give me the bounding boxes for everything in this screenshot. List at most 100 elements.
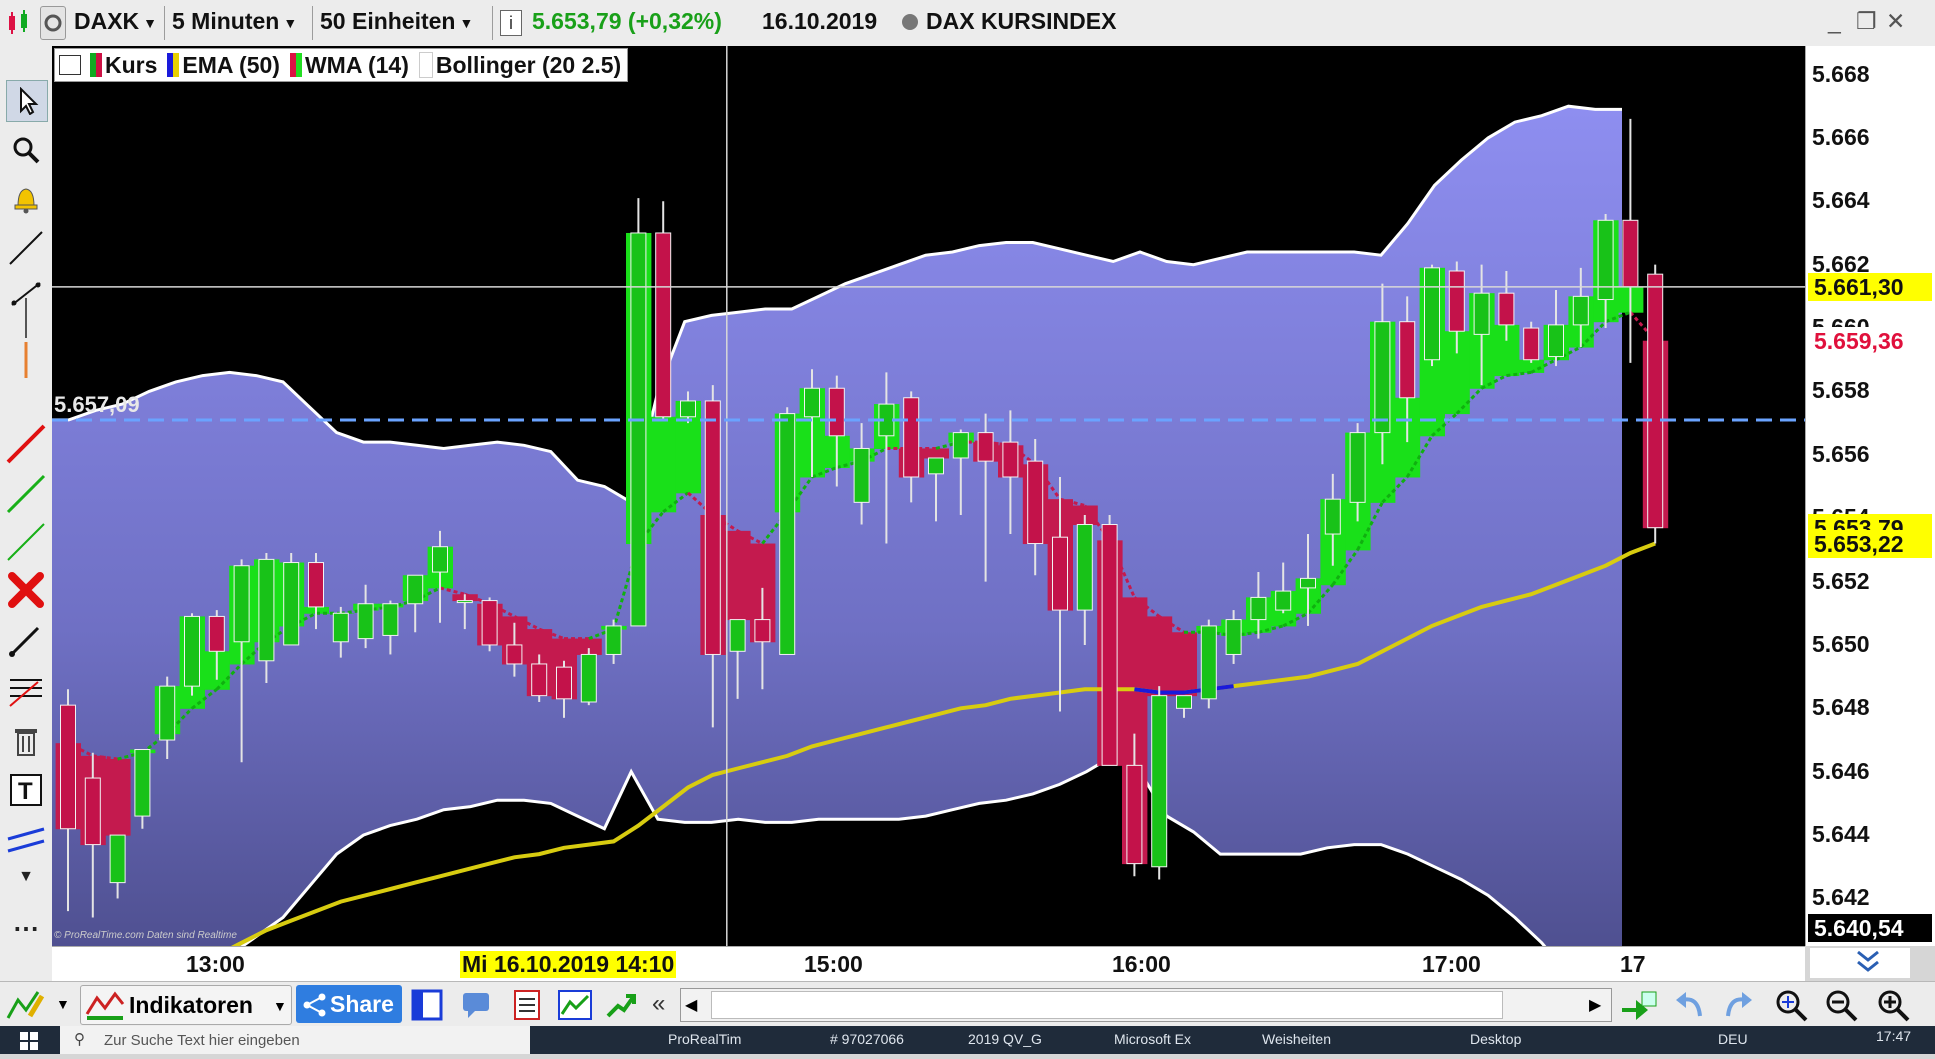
red-line-icon[interactable] [6, 424, 46, 464]
horizontal-scrollbar[interactable]: ◀ ▶ [680, 988, 1612, 1022]
candle-body [185, 616, 200, 686]
redo-icon[interactable] [1722, 988, 1756, 1022]
window-layout-icon[interactable] [59, 55, 81, 75]
candle-body [1226, 620, 1241, 655]
candle-body [1276, 591, 1291, 610]
legend-wma[interactable]: WMA (14) [305, 52, 409, 79]
alert-bell-icon[interactable] [6, 178, 46, 218]
candle-body [433, 547, 448, 572]
more-icon[interactable]: ⋯ [6, 908, 46, 948]
candle-body [606, 626, 621, 655]
task-item[interactable]: # 97027066 [830, 1031, 904, 1047]
candle-body [929, 458, 944, 474]
reset-zoom-icon[interactable] [1618, 988, 1660, 1022]
scrollbar-thumb[interactable] [711, 991, 1503, 1019]
quote-change: 5.653,79 (+0,32%) [532, 8, 722, 35]
x-tick-label: 15:00 [804, 951, 863, 978]
task-desktop[interactable]: Desktop [1470, 1031, 1521, 1047]
units-dropdown[interactable]: 50 Einheiten▼ [320, 8, 473, 35]
list-icon[interactable] [510, 988, 544, 1022]
candle-body [656, 233, 671, 417]
task-excel[interactable]: Microsoft Ex [1114, 1031, 1191, 1047]
fibonacci-icon[interactable] [6, 670, 46, 710]
text-icon[interactable]: T [6, 770, 46, 810]
candle-body [1375, 322, 1390, 433]
candle-body [705, 401, 720, 655]
ema-price-badge: 5.653,22 [1808, 530, 1932, 558]
window-icon[interactable] [410, 988, 444, 1022]
candle-body [1623, 220, 1638, 287]
indicators-button[interactable]: Indikatoren ▼ [80, 985, 292, 1025]
order-icon[interactable] [604, 988, 638, 1022]
candle-body [1598, 220, 1613, 299]
wma-fill-bar [924, 448, 949, 458]
delete-icon[interactable] [6, 570, 46, 610]
candle-body [61, 705, 76, 829]
undo-icon[interactable] [1672, 988, 1706, 1022]
task-item[interactable]: Weisheiten [1262, 1031, 1331, 1047]
candle-body [110, 835, 125, 883]
legend-kurs[interactable]: Kurs [105, 52, 157, 79]
zoom-in-icon[interactable] [1872, 986, 1912, 1024]
drawing-toolbar: T ▼ ⋯ [0, 46, 53, 981]
svg-text:T: T [18, 778, 33, 805]
candle-body [953, 433, 968, 458]
scroll-left-icon[interactable]: ◀ [685, 995, 697, 1015]
pointer-icon[interactable] [6, 80, 48, 122]
scroll-down-icon[interactable]: ▼ [6, 864, 46, 890]
y-tick-label: 5.648 [1812, 694, 1870, 721]
scroll-right-icon[interactable]: ▶ [1589, 995, 1601, 1015]
green-line-icon[interactable] [6, 474, 46, 514]
vertical-line-icon[interactable] [6, 318, 46, 358]
chart-window-icon[interactable] [556, 988, 594, 1022]
green-line2-icon[interactable] [6, 522, 46, 562]
language-indicator: DEU [1718, 1031, 1748, 1047]
channel-icon[interactable] [6, 820, 46, 860]
chart-bottom-price-badge: 5.640,54 [1808, 914, 1932, 942]
timeframe-label: 5 Minuten [172, 8, 279, 34]
wma-fill-bar [1172, 632, 1197, 696]
candlestick-icon[interactable] [6, 8, 32, 36]
axis-corner [1810, 948, 1910, 978]
price-chart[interactable]: 5.657,09 © ProRealTime.com Daten sind Re… [52, 46, 1805, 946]
restore-button[interactable]: ❐ [1856, 8, 1877, 35]
market-status-icon [902, 14, 918, 30]
zoom-icon[interactable] [6, 130, 46, 170]
chart-legend: Kurs EMA (50) WMA (14) Bollinger (20 2.5… [54, 48, 628, 82]
chart-style-icon[interactable] [6, 988, 46, 1022]
windows-start-icon[interactable] [0, 1026, 58, 1054]
symbol-dropdown[interactable]: DAXK▼ [74, 8, 157, 35]
close-button[interactable]: ✕ [1886, 8, 1905, 35]
price-axis[interactable]: 5.6685.6665.6645.6625.6605.6585.6565.654… [1805, 46, 1935, 946]
legend-bollinger[interactable]: Bollinger (20 2.5) [436, 52, 621, 79]
zoom-out-icon[interactable] [1820, 986, 1860, 1024]
taskbar-search[interactable]: ⚲ Zur Suche Text hier eingeben [60, 1026, 530, 1054]
share-button[interactable]: Share [296, 985, 402, 1023]
candle-body [160, 686, 175, 740]
timeframe-dropdown[interactable]: 5 Minuten▼ [172, 8, 297, 35]
scroll-start-icon[interactable]: « [652, 990, 665, 1018]
minimize-button[interactable]: _ [1828, 8, 1841, 35]
info-icon[interactable]: i [500, 10, 522, 36]
candle-body [681, 401, 696, 417]
legend-ema[interactable]: EMA (50) [182, 52, 280, 79]
y-tick-label: 5.652 [1812, 568, 1870, 595]
zoom-fit-icon[interactable] [1770, 986, 1810, 1024]
instrument-name: DAX KURSINDEX [926, 8, 1116, 35]
os-taskbar: ⚲ Zur Suche Text hier eingeben ProRealTi… [0, 1026, 1935, 1054]
quote-date: 16.10.2019 [762, 8, 877, 35]
settings-gear-icon[interactable] [40, 6, 66, 40]
task-prorealtime[interactable]: ProRealTim [668, 1031, 741, 1047]
candle-body [1177, 696, 1192, 709]
chat-icon[interactable] [460, 988, 494, 1022]
chart-canvas[interactable]: 5.657,09 [52, 46, 1805, 946]
chevron-down-icon[interactable]: ▼ [56, 996, 70, 1012]
candle-body [854, 448, 869, 502]
line-icon[interactable] [6, 228, 46, 268]
task-item[interactable]: 2019 QV_G [968, 1031, 1042, 1047]
time-axis[interactable]: 13:00 Mi 16.10.2019 14:10 15:00 16:00 17… [52, 946, 1805, 981]
y-tick-label: 5.666 [1812, 124, 1870, 151]
trash-icon[interactable] [6, 720, 46, 760]
arrow-line-icon[interactable] [6, 620, 46, 660]
candle-body [1524, 328, 1539, 360]
